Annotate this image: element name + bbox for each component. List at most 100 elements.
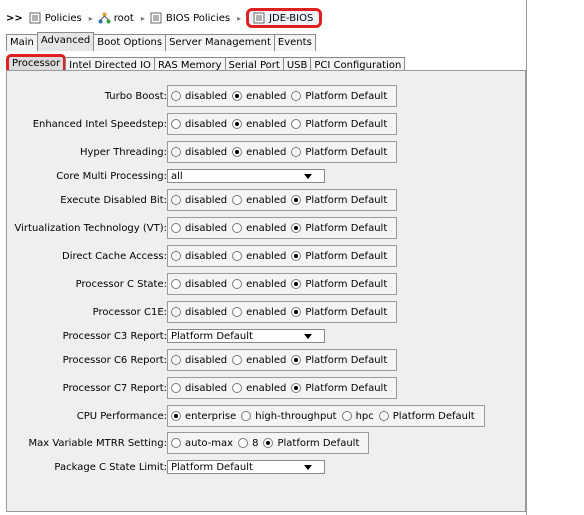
radio-option-enabled[interactable]: enabled bbox=[232, 223, 286, 234]
radio-button[interactable] bbox=[171, 251, 181, 261]
tab-events[interactable]: Events bbox=[273, 34, 316, 51]
radio-button[interactable] bbox=[291, 383, 302, 393]
radio-button[interactable] bbox=[291, 251, 302, 261]
radio-option-disabled[interactable]: disabled bbox=[171, 383, 227, 394]
radio-button[interactable] bbox=[171, 411, 181, 421]
radio-button[interactable] bbox=[241, 411, 252, 421]
radio-button[interactable] bbox=[232, 195, 243, 205]
radio-option-enabled[interactable]: enabled bbox=[232, 307, 286, 318]
radio-label: Platform Default bbox=[305, 354, 388, 366]
radio-option-platform-default[interactable]: Platform Default bbox=[291, 355, 387, 366]
radio-button[interactable] bbox=[341, 411, 352, 421]
radio-option-enabled[interactable]: enabled bbox=[232, 383, 286, 394]
radio-button[interactable] bbox=[263, 438, 274, 448]
breadcrumb-root[interactable]: root bbox=[98, 12, 134, 24]
radio-option-hpc[interactable]: hpc bbox=[341, 411, 374, 422]
radio-group-c-state: disabled enabled Platform Default bbox=[167, 273, 398, 295]
radio-option-platform-default[interactable]: Platform Default bbox=[291, 223, 387, 234]
radio-button[interactable] bbox=[171, 383, 181, 393]
radio-option-disabled[interactable]: disabled bbox=[171, 223, 227, 234]
radio-button[interactable] bbox=[291, 355, 302, 365]
radio-option-disabled[interactable]: disabled bbox=[171, 279, 227, 290]
radio-option-enabled[interactable]: enabled bbox=[232, 119, 286, 130]
radio-button[interactable] bbox=[378, 411, 389, 421]
radio-button[interactable] bbox=[291, 195, 302, 205]
radio-option-platform-default[interactable]: Platform Default bbox=[291, 119, 387, 130]
radio-option-disabled[interactable]: disabled bbox=[171, 251, 227, 262]
radio-button[interactable] bbox=[232, 223, 243, 233]
radio-option-platform-default[interactable]: Platform Default bbox=[291, 383, 387, 394]
radio-button[interactable] bbox=[291, 223, 302, 233]
radio-option-enabled[interactable]: enabled bbox=[232, 91, 286, 102]
radio-button[interactable] bbox=[232, 147, 243, 157]
radio-button[interactable] bbox=[238, 438, 249, 448]
radio-button[interactable] bbox=[171, 91, 181, 101]
tab-advanced[interactable]: Advanced bbox=[36, 32, 95, 51]
radio-button[interactable] bbox=[232, 251, 243, 261]
radio-option-disabled[interactable]: disabled bbox=[171, 91, 227, 102]
radio-button[interactable] bbox=[232, 355, 243, 365]
radio-option-enabled[interactable]: enabled bbox=[232, 195, 286, 206]
radio-option-enterprise[interactable]: enterprise bbox=[171, 411, 236, 422]
radio-label: disabled bbox=[185, 278, 228, 290]
chevron-down-icon[interactable] bbox=[304, 465, 312, 470]
breadcrumb-expand[interactable]: >> bbox=[6, 13, 23, 24]
radio-option-disabled[interactable]: disabled bbox=[171, 195, 227, 206]
radio-button[interactable] bbox=[232, 279, 243, 289]
tab-server-management[interactable]: Server Management bbox=[165, 34, 275, 51]
radio-button[interactable] bbox=[291, 91, 302, 101]
setting-label: Enhanced Intel Speedstep: bbox=[32, 118, 167, 130]
radio-button[interactable] bbox=[232, 91, 243, 101]
radio-button[interactable] bbox=[291, 279, 302, 289]
radio-label: 8 bbox=[252, 437, 259, 449]
select-dropdown[interactable]: Platform Default bbox=[167, 460, 325, 474]
radio-option-disabled[interactable]: disabled bbox=[171, 119, 227, 130]
radio-button[interactable] bbox=[291, 147, 302, 157]
radio-option-platform-default[interactable]: Platform Default bbox=[291, 279, 387, 290]
chevron-down-icon[interactable] bbox=[304, 334, 312, 339]
breadcrumb-current-jde-bios[interactable]: JDE-BIOS bbox=[246, 8, 323, 28]
breadcrumb-policies[interactable]: Policies bbox=[29, 12, 82, 24]
radio-button[interactable] bbox=[291, 307, 302, 317]
tab-main[interactable]: Main bbox=[6, 34, 38, 51]
chevron-down-icon[interactable] bbox=[304, 174, 312, 179]
radio-group: disabled enabled Platform Default bbox=[167, 189, 398, 211]
radio-button[interactable] bbox=[171, 223, 181, 233]
tab-boot-options[interactable]: Boot Options bbox=[93, 34, 167, 51]
radio-option-enabled[interactable]: enabled bbox=[232, 251, 286, 262]
radio-option-auto-max[interactable]: auto-max bbox=[171, 438, 233, 449]
radio-option-enabled[interactable]: enabled bbox=[232, 355, 286, 366]
setting-row-turbo-boost: Turbo Boost: disabled enabled Platform Defa… bbox=[15, 85, 525, 107]
breadcrumb-bios-policies[interactable]: BIOS Policies bbox=[150, 12, 230, 24]
radio-option-platform-default[interactable]: Platform Default bbox=[291, 307, 387, 318]
radio-option-disabled[interactable]: disabled bbox=[171, 355, 227, 366]
radio-button[interactable] bbox=[232, 119, 243, 129]
radio-option-platform-default[interactable]: Platform Default bbox=[291, 251, 387, 262]
radio-option-enabled[interactable]: enabled bbox=[232, 279, 286, 290]
radio-button[interactable] bbox=[232, 383, 243, 393]
radio-button[interactable] bbox=[171, 307, 181, 317]
radio-button[interactable] bbox=[291, 119, 302, 129]
radio-button[interactable] bbox=[171, 195, 181, 205]
radio-option-platform-default[interactable]: Platform Default bbox=[291, 147, 387, 158]
radio-button[interactable] bbox=[171, 147, 181, 157]
radio-option-disabled[interactable]: disabled bbox=[171, 147, 227, 158]
radio-label: enabled bbox=[246, 118, 287, 130]
radio-option-high-throughput[interactable]: high-throughput bbox=[241, 411, 337, 422]
radio-button[interactable] bbox=[171, 279, 181, 289]
select-dropdown[interactable]: Platform Default bbox=[167, 329, 325, 343]
radio-option-platform-default[interactable]: Platform Default bbox=[291, 195, 387, 206]
radio-button[interactable] bbox=[232, 307, 243, 317]
policy-icon bbox=[253, 12, 265, 24]
radio-button[interactable] bbox=[171, 438, 181, 448]
radio-option-disabled[interactable]: disabled bbox=[171, 307, 227, 318]
radio-group: disabled enabled Platform Default bbox=[167, 273, 398, 295]
select-dropdown[interactable]: all bbox=[167, 169, 325, 183]
radio-button[interactable] bbox=[171, 119, 181, 129]
radio-option-enabled[interactable]: enabled bbox=[232, 147, 286, 158]
radio-option-platform-default[interactable]: Platform Default bbox=[291, 91, 387, 102]
radio-option-8[interactable]: 8 bbox=[238, 438, 258, 449]
radio-button[interactable] bbox=[171, 355, 181, 365]
radio-option-platform-default[interactable]: Platform Default bbox=[263, 438, 359, 449]
radio-option-platform-default[interactable]: Platform Default bbox=[378, 411, 475, 422]
